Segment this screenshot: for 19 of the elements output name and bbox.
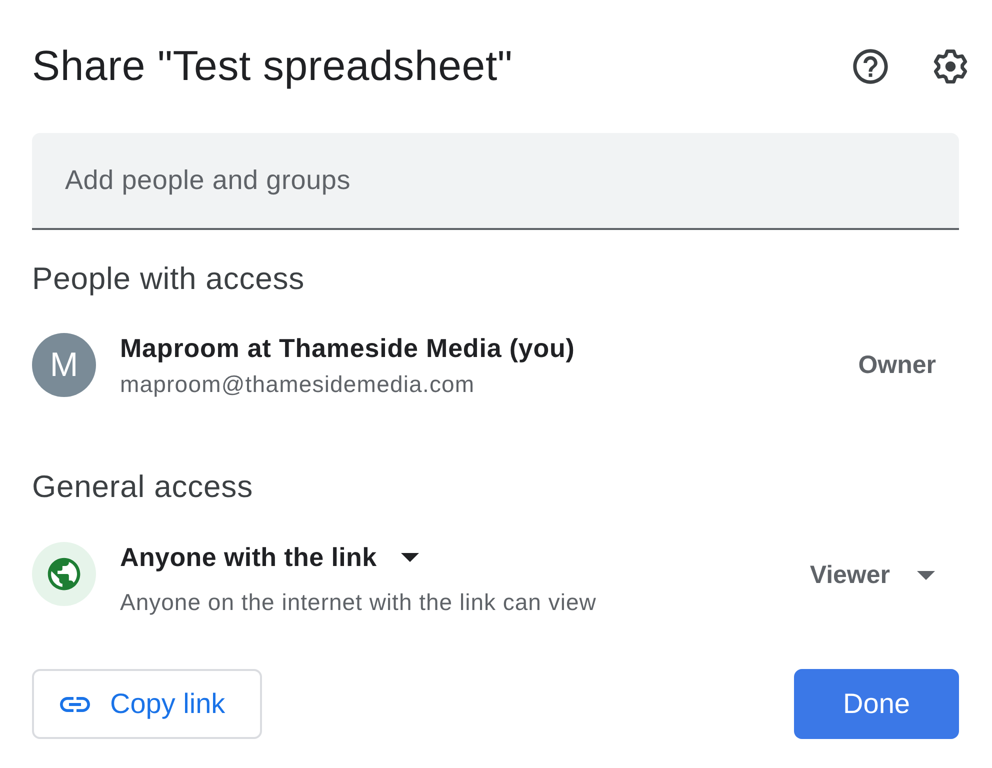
caret-icon — [917, 570, 935, 580]
role-label: Owner — [858, 350, 936, 380]
role-dropdown[interactable]: Viewer — [810, 558, 935, 592]
avatar: M — [32, 333, 96, 397]
section-heading: People with access — [32, 260, 306, 298]
add-people-field[interactable]: Add people and groups — [32, 133, 959, 230]
access-description: Anyone on the internet with the link can view — [120, 588, 596, 617]
done-button[interactable]: Done — [794, 669, 959, 739]
dialog-title: Share "Test spreadsheet" — [32, 41, 514, 91]
person-email: maproom@thamesidemedia.com — [120, 370, 476, 399]
globe-icon — [32, 542, 96, 606]
copy-link-button[interactable]: Copy link — [32, 669, 262, 739]
settings-icon[interactable] — [933, 48, 968, 84]
section-heading: General access — [32, 468, 254, 506]
help-icon[interactable] — [853, 48, 888, 84]
access-dropdown[interactable]: Anyone with the link — [120, 540, 419, 574]
link-icon — [60, 696, 90, 712]
caret-icon — [400, 552, 419, 562]
person-name: Maproom at Thameside Media (you) — [120, 332, 576, 365]
